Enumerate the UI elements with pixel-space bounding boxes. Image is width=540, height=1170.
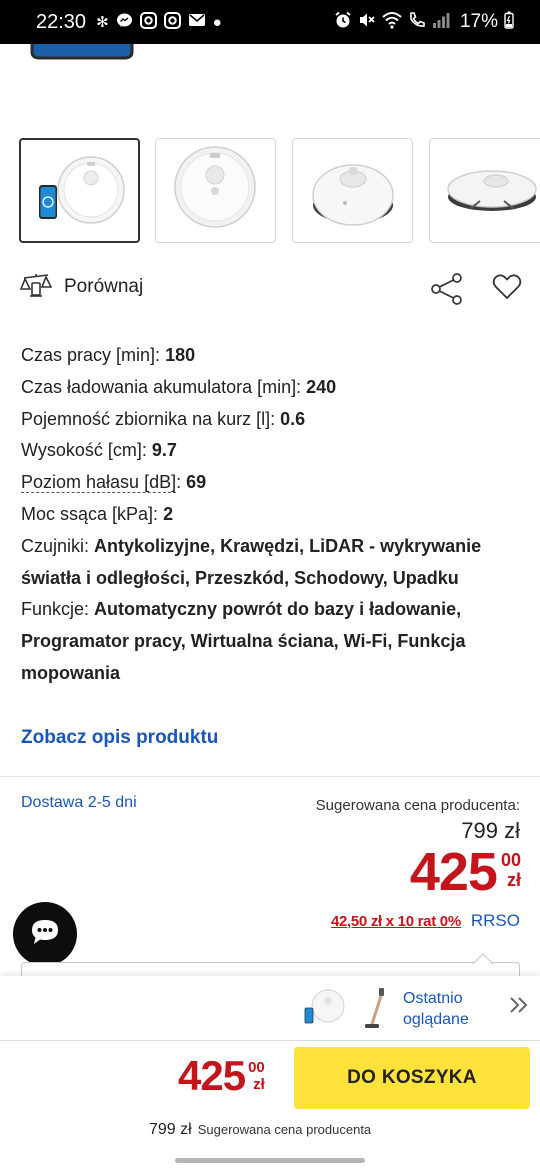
mute-icon: [358, 11, 376, 33]
call-icon: [408, 11, 426, 33]
thumbnail-robot-angled-view[interactable]: [292, 138, 413, 243]
spec-row: Funkcje: Automatyczny powrót do bazy i ł…: [21, 599, 466, 683]
bottom-suggested-label: Sugerowana cena producenta: [197, 1122, 372, 1137]
main-product-image-cropped[interactable]: [30, 44, 134, 60]
installment-info: 42,50 zł x 10 rat 0% RRSO: [331, 911, 520, 931]
signal-icon: [432, 11, 450, 33]
spec-row: Poziom hałasu [dB]: 69: [21, 472, 207, 494]
fan-icon: ✻: [96, 14, 109, 31]
heart-icon[interactable]: [492, 272, 522, 307]
dot-icon: ●: [212, 13, 222, 31]
scale-compare-icon: [19, 270, 53, 304]
delivery-time: Dostawa 2-5 dni: [21, 794, 137, 811]
noise-level-tooltip[interactable]: Poziom hałasu [dB]: [21, 472, 177, 494]
content-box-cropped: [21, 953, 520, 976]
product-actions: Porównaj: [19, 270, 525, 311]
double-chevron-right-icon[interactable]: [508, 994, 530, 1021]
product-description-link[interactable]: Zobacz opis produktu: [21, 727, 218, 749]
instagram-icon: [139, 11, 157, 33]
divider: [0, 776, 540, 777]
spec-row: Pojemność zbiornika na kurz [l]: 0.6: [21, 408, 306, 429]
chat-bubble-icon: [30, 918, 60, 951]
thumbnail-gallery: [19, 138, 540, 244]
recent-product-thumbnail[interactable]: [362, 986, 392, 1035]
thumbnail-robot-with-phone[interactable]: [19, 138, 140, 243]
home-indicator[interactable]: [175, 1158, 365, 1163]
thumbnail-robot-top-view[interactable]: [155, 138, 276, 243]
instagram-icon: [163, 11, 181, 33]
mail-icon: [188, 12, 206, 32]
bottom-old-price: 799 zł: [149, 1121, 192, 1138]
spec-row: Wysokość [cm]: 9.7: [21, 440, 177, 461]
installment-link[interactable]: 42,50 zł x 10 rat 0%: [331, 913, 461, 930]
compare-label: Porównaj: [64, 276, 144, 297]
alarm-icon: [334, 11, 352, 33]
status-time: 22:30: [36, 10, 87, 33]
recently-viewed-label[interactable]: Ostatnio oglądane: [403, 988, 493, 1030]
spec-row: Czas ładowania akumulatora [min]: 240: [21, 376, 337, 397]
recent-product-thumbnail[interactable]: [302, 988, 346, 1031]
price-main: 425: [409, 842, 498, 902]
wifi-icon: [382, 11, 402, 33]
price-currency: zł: [506, 870, 521, 890]
chat-button[interactable]: [13, 902, 77, 966]
bottom-price: 425 00 zł: [178, 1051, 265, 1101]
rrso-link[interactable]: RRSO: [471, 911, 520, 931]
bottom-price-main: 425: [178, 1052, 246, 1099]
spec-row: Moc ssąca [kPa]: 2: [21, 503, 174, 524]
specification-list: Czas pracy [min]: 180 Czas ładowania aku…: [21, 340, 521, 690]
thumbnail-robot-on-dock[interactable]: [429, 138, 540, 243]
add-to-cart-button[interactable]: DO KOSZYKA: [294, 1047, 530, 1109]
bottom-price-currency: zł: [253, 1076, 265, 1093]
battery-level: 17%: [459, 11, 498, 32]
current-price: 425 00 zł: [410, 842, 521, 902]
bottom-suggested-price: 799 zł Sugerowana cena producenta: [149, 1121, 371, 1139]
compare-button[interactable]: Porównaj: [19, 270, 144, 304]
spec-row: Czas pracy [min]: 180: [21, 345, 196, 365]
suggested-price-label: Sugerowana cena producenta:: [315, 797, 520, 814]
suggested-price: 799 zł: [461, 818, 520, 843]
messenger-icon: [116, 12, 133, 33]
spec-row: Czujniki: Antykolizyjne, Krawędzi, LiDAR…: [21, 535, 482, 588]
price-cents: 00: [500, 850, 521, 870]
bottom-cart-bar: 425 00 zł DO KOSZYKA 799 zł Sugerowana c…: [0, 1040, 540, 1170]
recently-viewed-bar[interactable]: Ostatnio oglądane: [0, 976, 540, 1040]
share-icon[interactable]: [430, 272, 464, 311]
status-bar: 22:30 ✻ ● 17%: [0, 0, 540, 44]
battery-charging-icon: [504, 11, 514, 33]
bottom-price-cents: 00: [248, 1059, 265, 1076]
